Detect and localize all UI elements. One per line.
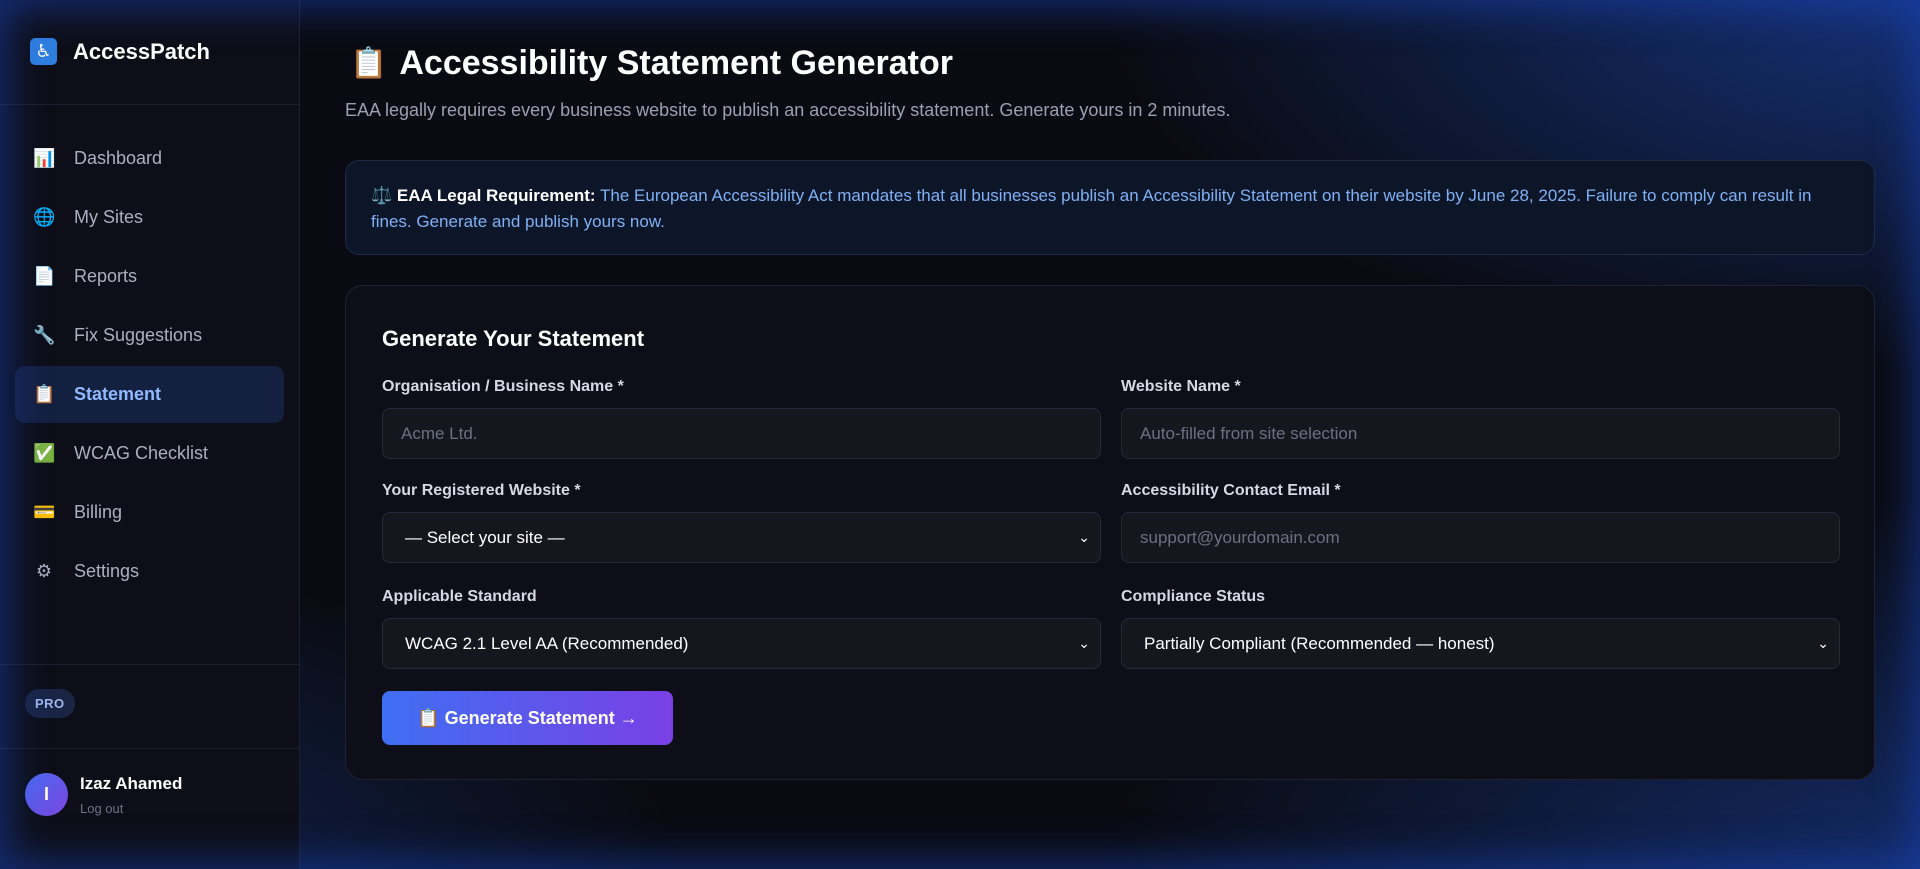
wrench-icon: 🔧 [33, 325, 56, 345]
sidebar-item-my-sites[interactable]: 🌐 My Sites [15, 189, 284, 246]
website-name-label: Website Name * [1121, 378, 1241, 395]
compliance-select[interactable]: Partially Compliant (Recommended — hones… [1121, 618, 1840, 669]
sidebar-item-label: Settings [74, 561, 140, 581]
avatar[interactable]: I [25, 773, 68, 816]
document-icon: 📄 [33, 266, 56, 286]
registered-website-label: Your Registered Website * [382, 482, 581, 499]
page-header: 📋 Accessibility Statement Generator [350, 44, 953, 83]
contact-email-field: Accessibility Contact Email * support@yo… [1121, 482, 1840, 563]
chevron-down-icon: ⌄ [1817, 635, 1829, 651]
sidebar-item-fix-suggestions[interactable]: 🔧 Fix Suggestions [15, 307, 284, 364]
page-title: Accessibility Statement Generator [399, 44, 954, 82]
compliance-label: Compliance Status [1121, 588, 1266, 605]
user-profile: I Izaz Ahamed Log out [25, 773, 182, 816]
org-name-field: Organisation / Business Name * Acme Ltd. [382, 378, 1101, 459]
user-name: Izaz Ahamed [80, 773, 183, 793]
sidebar-item-reports[interactable]: 📄 Reports [15, 248, 284, 305]
compliance-field: Compliance Status Partially Compliant (R… [1121, 588, 1840, 669]
statement-form-card: Generate Your Statement Organisation / B… [345, 285, 1875, 780]
standard-select[interactable]: WCAG 2.1 Level AA (Recommended) ⌄ [382, 618, 1101, 669]
sidebar-item-label: Statement [74, 384, 162, 404]
page-subtitle: EAA legally requires every business webs… [345, 100, 1231, 120]
brand[interactable]: ♿ AccessPatch [0, 0, 299, 105]
generate-statement-button[interactable]: 📋 Generate Statement → [382, 691, 673, 745]
compliance-value: Partially Compliant (Recommended — hones… [1144, 633, 1495, 653]
chevron-down-icon: ⌄ [1078, 635, 1090, 651]
brand-name: AccessPatch [73, 39, 210, 64]
sidebar-item-wcag-checklist[interactable]: ✅ WCAG Checklist [15, 425, 284, 482]
chart-icon: 📊 [33, 148, 56, 168]
sidebar-item-label: Dashboard [74, 148, 163, 168]
divider [0, 664, 300, 665]
standard-field: Applicable Standard WCAG 2.1 Level AA (R… [382, 588, 1101, 669]
sidebar-item-dashboard[interactable]: 📊 Dashboard [15, 130, 284, 187]
form-title: Generate Your Statement [382, 326, 645, 351]
sidebar-item-label: WCAG Checklist [74, 443, 209, 463]
sidebar-item-label: Fix Suggestions [74, 325, 203, 345]
sidebar-item-label: Reports [74, 266, 138, 286]
wheelchair-icon: ♿ [30, 37, 57, 65]
chevron-down-icon: ⌄ [1078, 529, 1090, 545]
contact-email-input[interactable]: support@yourdomain.com [1121, 512, 1840, 563]
website-name-input[interactable]: Auto-filled from site selection [1121, 408, 1840, 459]
plan-badge: PRO [25, 689, 75, 718]
sidebar-item-settings[interactable]: ⚙ Settings [15, 543, 284, 600]
sidebar-item-billing[interactable]: 💳 Billing [15, 484, 284, 541]
globe-icon: 🌐 [33, 207, 56, 227]
sidebar-item-label: My Sites [74, 207, 144, 227]
standard-value: WCAG 2.1 Level AA (Recommended) [405, 633, 689, 653]
divider [0, 748, 300, 749]
contact-email-label: Accessibility Contact Email * [1121, 482, 1341, 499]
registered-website-select[interactable]: — Select your site — ⌄ [382, 512, 1101, 563]
website-name-field: Website Name * Auto-filled from site sel… [1121, 378, 1840, 459]
scales-icon: ⚖️ [371, 186, 393, 205]
credit-card-icon: 💳 [33, 502, 56, 522]
standard-label: Applicable Standard [382, 588, 537, 605]
sidebar-item-statement[interactable]: 📋 Statement [15, 366, 284, 423]
logout-link[interactable]: Log out [80, 801, 182, 816]
legal-notice: ⚖️ EAA Legal Requirement: The European A… [345, 160, 1875, 255]
registered-website-field: Your Registered Website * — Select your … [382, 482, 1101, 563]
sidebar-nav: 📊 Dashboard 🌐 My Sites 📄 Reports 🔧 Fix S… [0, 105, 299, 600]
gear-icon: ⚙ [35, 561, 53, 581]
clipboard-icon: 📋 [350, 47, 388, 80]
notice-label: EAA Legal Requirement: [396, 186, 596, 205]
clipboard-icon: 📋 [33, 384, 56, 404]
org-name-label: Organisation / Business Name * [382, 378, 624, 395]
checkmark-icon: ✅ [33, 443, 56, 463]
registered-website-value: — Select your site — [405, 527, 565, 547]
org-name-input[interactable]: Acme Ltd. [382, 408, 1101, 459]
sidebar: ♿ AccessPatch 📊 Dashboard 🌐 My Sites 📄 R… [0, 0, 300, 869]
sidebar-item-label: Billing [74, 502, 123, 522]
